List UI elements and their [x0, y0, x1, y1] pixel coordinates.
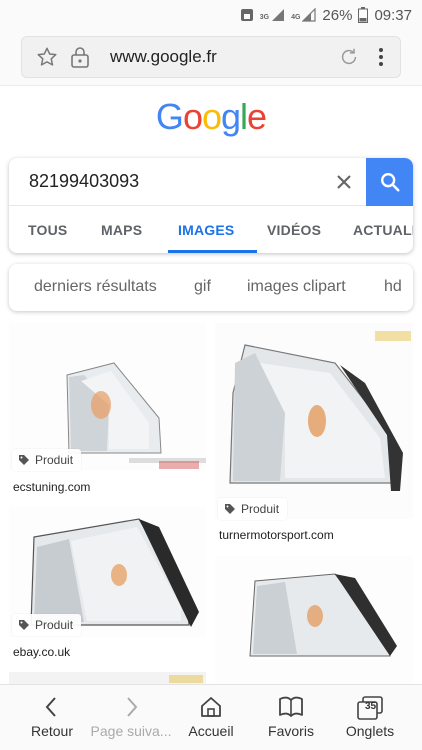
badge-label: Produit	[35, 618, 74, 632]
product-badge: Produit	[12, 614, 82, 636]
google-logo: Google	[0, 96, 422, 138]
clear-icon[interactable]	[332, 170, 356, 194]
tag-icon	[19, 455, 29, 465]
image-result[interactable]	[9, 672, 206, 684]
chevron-left-icon	[45, 697, 56, 717]
search-icon	[380, 173, 400, 192]
tab-maps[interactable]: MAPS	[101, 222, 142, 238]
result-source[interactable]: turnermotorsport.com	[219, 528, 334, 542]
chip-gif[interactable]: gif	[194, 278, 211, 296]
tab-all[interactable]: TOUS	[28, 222, 67, 238]
bookmark-star-icon[interactable]	[36, 46, 58, 68]
forward-label: Page suiva...	[90, 723, 172, 739]
overflow-menu-icon[interactable]	[378, 47, 384, 67]
status-bar: 3G 4G 26% 09:37	[0, 0, 422, 30]
back-button[interactable]: Retour	[10, 685, 94, 750]
address-bar[interactable]: www.google.fr	[21, 36, 401, 78]
product-badge: Produit	[12, 449, 82, 471]
url-text[interactable]: www.google.fr	[110, 47, 338, 67]
tabs-label: Onglets	[345, 723, 395, 739]
tag-icon	[225, 504, 235, 514]
signal-strength-icon	[302, 8, 317, 22]
bottom-navigation: Retour Page suiva... Accueil Favoris 35 …	[0, 684, 422, 750]
home-icon	[201, 697, 221, 717]
logo-strip-image	[169, 675, 203, 683]
logo-letter: g	[221, 96, 241, 137]
bookmarks-button[interactable]: Favoris	[249, 685, 333, 750]
network-3g-label: 3G	[259, 14, 270, 21]
browser-toolbar: www.google.fr	[0, 30, 422, 86]
battery-percent: 26%	[322, 6, 353, 24]
product-badge: Produit	[218, 498, 288, 520]
network-4g-label: 4G	[291, 14, 301, 21]
forward-button[interactable]: Page suiva...	[89, 685, 173, 750]
tab-videos[interactable]: VIDÉOS	[267, 222, 321, 238]
image-result[interactable]	[215, 556, 413, 684]
filter-chips: derniers résultats gif images clipart hd	[9, 264, 413, 311]
logo-letter: G	[155, 96, 184, 137]
tab-news[interactable]: ACTUALI	[353, 222, 413, 238]
badge-label: Produit	[241, 502, 280, 516]
result-source[interactable]: ebay.co.uk	[13, 645, 70, 659]
result-thumbnail[interactable]	[215, 556, 413, 684]
network-3g-indicator: 3G	[260, 8, 285, 22]
chip-clipart[interactable]: images clipart	[247, 278, 346, 296]
image-result[interactable]: Produit turnermotorsport.com	[215, 323, 413, 551]
reload-icon[interactable]	[338, 46, 360, 68]
chevron-right-icon	[127, 697, 138, 717]
battery-icon	[358, 7, 369, 23]
tab-images[interactable]: IMAGES	[178, 222, 234, 238]
search-tabs: TOUS MAPS IMAGES VIDÉOS ACTUALI	[9, 206, 413, 253]
chip-hd[interactable]: hd	[384, 278, 402, 296]
image-result[interactable]: Produit ebay.co.uk	[9, 507, 206, 667]
chip-recent[interactable]: derniers résultats	[34, 278, 157, 296]
logo-letter: o	[182, 96, 203, 137]
image-result[interactable]: Produit ecstuning.com	[9, 323, 206, 498]
active-tab-indicator	[168, 250, 257, 253]
search-row: 82199403093	[9, 158, 413, 206]
bookmarks-label: Favoris	[268, 723, 314, 739]
result-source[interactable]: ecstuning.com	[13, 480, 90, 494]
lock-icon[interactable]	[70, 46, 90, 68]
result-thumbnail[interactable]	[215, 323, 413, 519]
corner-lamp-image	[215, 556, 413, 684]
tabs-button[interactable]: 35 Onglets	[328, 685, 412, 750]
signal-icon	[272, 9, 285, 21]
clock: 09:37	[374, 6, 412, 24]
logo-letter: l	[240, 96, 248, 137]
tab-count: 35	[364, 701, 377, 712]
search-input[interactable]: 82199403093	[29, 171, 139, 192]
logo-letter: o	[201, 96, 222, 137]
search-button[interactable]	[366, 158, 413, 206]
corner-lamp-image	[215, 323, 413, 519]
back-label: Retour	[30, 723, 74, 739]
search-card: 82199403093 TOUS MAPS IMAGES VIDÉOS ACTU…	[9, 158, 413, 253]
home-button[interactable]: Accueil	[169, 685, 253, 750]
tag-icon	[19, 620, 29, 630]
network-4g-indicator: 4G	[291, 8, 317, 22]
home-label: Accueil	[188, 723, 234, 739]
result-thumbnail[interactable]	[9, 672, 206, 684]
badge-label: Produit	[35, 453, 74, 467]
image-notification-icon	[240, 8, 254, 22]
book-icon	[279, 696, 303, 717]
logo-letter: e	[247, 96, 267, 137]
page: 3G 4G 26% 09:37 www.google.fr Google 821…	[0, 0, 422, 750]
